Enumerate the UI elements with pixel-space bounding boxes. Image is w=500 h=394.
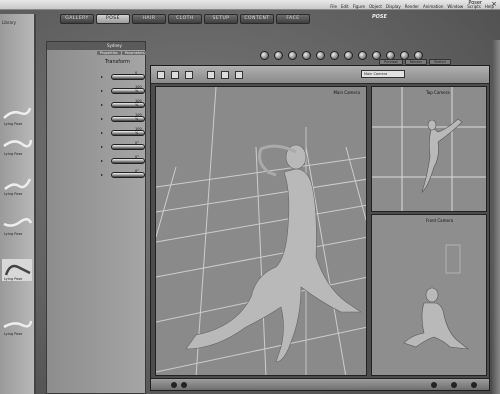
menu-object[interactable]: Object [369, 4, 382, 9]
display-style-icon[interactable] [451, 382, 457, 388]
tab-face[interactable]: FACE [276, 14, 310, 24]
parameter-dial[interactable]: ▸ 0 [97, 70, 145, 80]
display-style-icon[interactable] [431, 382, 437, 388]
tab-content[interactable]: CONTENT [240, 14, 274, 24]
library-item[interactable]: Lying Pose [2, 214, 33, 236]
parameter-dial[interactable]: ▸ 0° [97, 168, 145, 178]
main-viewport-scene [156, 87, 366, 375]
translate-tool-icon[interactable] [288, 51, 297, 60]
tab-pose[interactable]: POSE [96, 14, 130, 24]
twist-tool-icon[interactable] [274, 51, 283, 60]
library-item[interactable]: Lying Pose [2, 174, 32, 196]
layout-icon[interactable] [221, 71, 229, 79]
library-item[interactable]: Lying Pose [2, 104, 32, 126]
figure-selector[interactable]: Sydney [107, 43, 122, 48]
rotate-tool-icon[interactable] [260, 51, 269, 60]
parameters-panel: Sydney Properties Parameters Transform ▸… [46, 41, 148, 394]
layout-icon[interactable] [171, 71, 179, 79]
menu-scripts[interactable]: Scripts [467, 4, 481, 9]
menu-figure[interactable]: Figure [353, 4, 365, 9]
close-icon[interactable]: × [491, 0, 497, 8]
library-item[interactable]: Lying Pose [2, 259, 32, 281]
parameter-dial[interactable]: ▸ 100 % [97, 84, 145, 94]
tab-parameters[interactable]: Parameters [121, 51, 148, 55]
display-style-icon[interactable] [181, 382, 187, 388]
tab-properties[interactable]: Properties [97, 51, 121, 55]
layout-icon[interactable] [185, 71, 193, 79]
document-bottom-bar [151, 378, 489, 390]
menu-display[interactable]: Display [386, 4, 401, 9]
parameter-dial[interactable]: ▸ 100 % [97, 112, 145, 122]
translate-z-tool-icon[interactable] [302, 51, 311, 60]
library-panel: Library Lying Pose Lying Pose Lying Pose… [0, 14, 36, 394]
top-camera-viewport[interactable]: Top Camera [371, 86, 487, 212]
front-camera-label: Front Camera [426, 218, 454, 223]
library-title: Library [2, 20, 16, 25]
front-camera-viewport[interactable]: Front Camera [371, 214, 487, 376]
top-camera-scene [372, 87, 486, 211]
tab-hair[interactable]: HAIR [132, 14, 166, 24]
library-item[interactable]: Lying Pose [2, 134, 33, 156]
color-tool-icon[interactable] [358, 51, 367, 60]
menu-render[interactable]: Render [405, 4, 419, 9]
menu-edit[interactable]: Edit [341, 4, 349, 9]
scale-tool-icon[interactable] [316, 51, 325, 60]
room-title: POSE [372, 14, 387, 20]
tab-render[interactable]: Render [404, 59, 428, 65]
parameter-dial[interactable]: ▸ 100 % [97, 126, 145, 136]
document-window: Preview Render Sketch Main Camera Main C… [150, 59, 490, 391]
taper-tool-icon[interactable] [330, 51, 339, 60]
menu-window[interactable]: Window [447, 4, 463, 9]
menu-animation[interactable]: Animation [423, 4, 443, 9]
tab-setup[interactable]: SETUP [204, 14, 238, 24]
camera-dropdown[interactable]: Main Camera [361, 70, 405, 78]
chain-break-tool-icon[interactable] [344, 51, 353, 60]
parameter-dial[interactable]: ▸ 0° [97, 140, 145, 150]
tab-preview[interactable]: Preview [379, 59, 403, 65]
menu-file[interactable]: File [330, 4, 337, 9]
menu-bar: Poser File Edit Figure Object Display Re… [0, 0, 500, 10]
tab-cloth[interactable]: CLOTH [168, 14, 202, 24]
main-viewport[interactable]: Main Camera [155, 86, 367, 376]
layout-icon[interactable] [157, 71, 165, 79]
parameters-tabs: Properties Parameters [97, 51, 148, 55]
room-tabs: GALLERY POSE HAIR CLOTH SETUP CONTENT FA… [60, 14, 310, 24]
layout-icon[interactable] [207, 71, 215, 79]
tab-sketch[interactable]: Sketch [429, 59, 451, 65]
right-edge-panel [492, 40, 500, 394]
display-style-icon[interactable] [171, 382, 177, 388]
document-tabs: Preview Render Sketch [379, 59, 451, 65]
parameters-header: Sydney [47, 42, 145, 50]
parameter-dial[interactable]: ▸ 100 % [97, 98, 145, 108]
tab-gallery[interactable]: GALLERY [60, 14, 94, 24]
parameter-dial[interactable]: ▸ 0° [97, 154, 145, 164]
top-camera-label: Top Camera [426, 90, 450, 95]
library-item[interactable]: Lying Pose [2, 314, 33, 336]
display-style-icon[interactable] [471, 382, 477, 388]
front-camera-scene [403, 244, 469, 350]
menu-list: File Edit Figure Object Display Render A… [330, 4, 494, 9]
main-camera-label: Main Camera [333, 90, 360, 95]
document-toolbar: Main Camera [151, 66, 489, 84]
layout-icon[interactable] [235, 71, 243, 79]
section-title: Transform [105, 59, 130, 65]
